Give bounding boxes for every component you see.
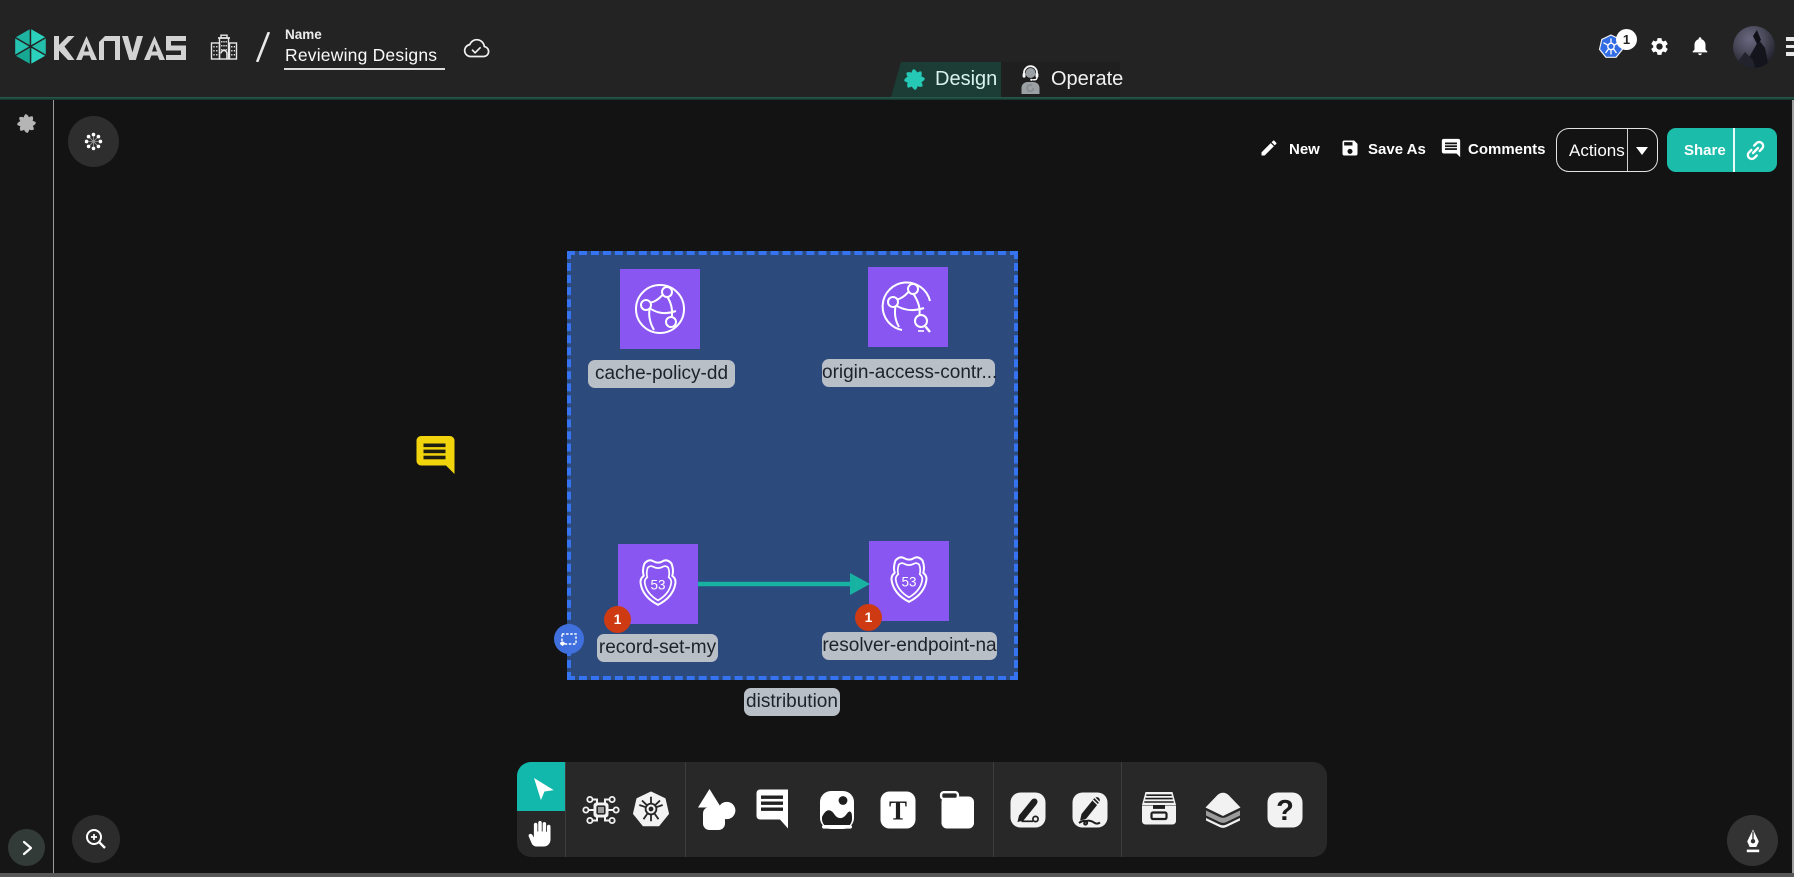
svg-text:53: 53 xyxy=(650,578,665,593)
svg-text:T: T xyxy=(889,795,907,825)
svg-text:?: ? xyxy=(1276,795,1294,827)
